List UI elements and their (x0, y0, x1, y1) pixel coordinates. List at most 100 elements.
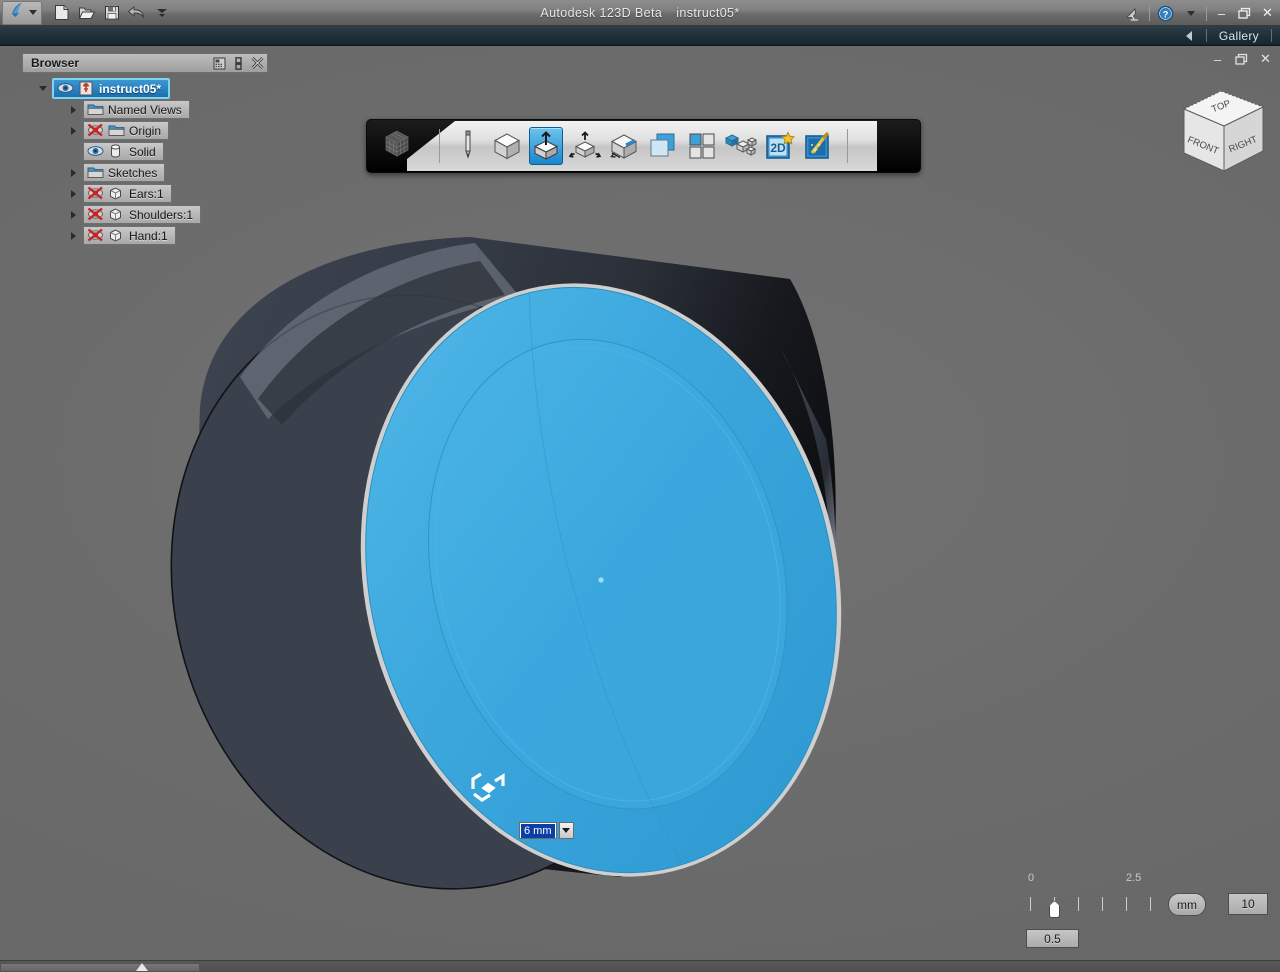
tree-item-label: Solid (129, 144, 156, 159)
document-minimize-button[interactable]: – (1209, 51, 1226, 67)
tool-pattern[interactable] (607, 127, 641, 165)
browser-tree: instruct05* Named Views Origin Solid Ske… (22, 73, 268, 246)
tree-item-solid[interactable]: Solid (22, 141, 268, 162)
save-document-button[interactable] (102, 3, 121, 22)
cylinder-body-icon (108, 144, 125, 159)
chevron-right-icon[interactable] (68, 167, 80, 179)
dimension-dropdown-button[interactable] (558, 822, 574, 839)
scale-min-label: 0 (1028, 872, 1035, 884)
dimension-input[interactable]: 6 mm (519, 822, 557, 839)
window-minimize-button[interactable]: – (1213, 5, 1230, 21)
application-menu-button[interactable] (2, 0, 42, 25)
restore-icon (1238, 7, 1251, 19)
combine-squares-icon (650, 133, 675, 157)
chevron-right-icon[interactable] (68, 230, 80, 242)
dimension-input-group[interactable]: 6 mm (519, 822, 574, 839)
open-document-button[interactable] (77, 3, 96, 22)
undo-arrow-icon (127, 5, 145, 19)
tab-gallery[interactable]: Gallery (1215, 29, 1263, 43)
application-window: Autodesk 123D Beta instruct05* ? – ✕ Gal… (0, 0, 1280, 972)
window-close-button[interactable]: ✕ (1259, 5, 1276, 21)
eye-hidden-icon[interactable] (87, 186, 104, 201)
browser-filter-icon[interactable] (212, 56, 226, 70)
chevron-right-icon[interactable] (68, 104, 80, 116)
divider (1149, 5, 1150, 21)
tree-item-ears[interactable]: Ears:1 (22, 183, 268, 204)
scale-track[interactable] (1030, 897, 1151, 913)
help-button[interactable]: ? (1156, 4, 1175, 23)
app-name-label: Autodesk 123D Beta (540, 5, 663, 20)
scale-widget: 0 2.5 0.5 mm 10 (1008, 867, 1270, 955)
scale-tick (1150, 897, 1151, 911)
tree-item-instruct05[interactable]: instruct05* (22, 78, 268, 99)
title-bar: Autodesk 123D Beta instruct05* ? – ✕ (0, 0, 1280, 26)
chevron-down-icon (1186, 10, 1195, 16)
pencil-sketch-icon (465, 130, 471, 159)
tool-construct[interactable] (529, 127, 563, 165)
main-toolbar: 2D (366, 119, 921, 173)
triangle-left-icon[interactable] (1185, 30, 1192, 41)
tool-2d-drawing[interactable]: 2D (763, 127, 797, 165)
new-file-icon (54, 5, 68, 20)
tool-grouping[interactable] (685, 127, 719, 165)
document-close-button[interactable]: ✕ (1257, 51, 1274, 67)
tree-item-sketches[interactable]: Sketches (22, 162, 268, 183)
folder-icon (87, 165, 104, 180)
scale-current-value-field[interactable]: 0.5 (1026, 929, 1079, 948)
document-restore-button[interactable] (1233, 51, 1250, 67)
browser-close-icon[interactable] (250, 56, 264, 70)
undo-button[interactable] (127, 3, 146, 22)
eye-visible-icon[interactable] (87, 144, 104, 159)
magic-wand-icon (805, 131, 830, 159)
toolbar-tools: 2D (433, 127, 854, 165)
3d-viewport[interactable]: – ✕ Browser instruct05* Named Views Orig… (0, 47, 1280, 960)
floppy-save-icon (104, 6, 119, 20)
cube-body-icon (108, 228, 125, 243)
window-restore-button[interactable] (1236, 5, 1253, 21)
customize-qat-button[interactable] (152, 3, 171, 22)
view-cube[interactable]: TOP FRONT RIGHT (1174, 85, 1270, 179)
tool-assemble[interactable] (724, 127, 758, 165)
status-bar (0, 960, 1280, 972)
tool-combine[interactable] (646, 127, 680, 165)
svg-text:?: ? (1163, 9, 1169, 20)
autodesk-logo-icon (8, 1, 27, 24)
tree-item-origin[interactable]: Origin (22, 120, 268, 141)
eye-hidden-icon[interactable] (87, 123, 104, 138)
pin-document-icon (78, 81, 95, 96)
tool-smart-effects[interactable] (802, 127, 836, 165)
chevron-right-icon[interactable] (68, 188, 80, 200)
title-bar-right-controls: ? – ✕ (1124, 0, 1276, 26)
divider (1206, 5, 1207, 21)
tool-primitives[interactable] (490, 127, 524, 165)
2d-drawing-star-icon: 2D (766, 131, 795, 159)
scale-unit-button[interactable]: mm (1168, 893, 1206, 916)
tool-modify[interactable] (568, 127, 602, 165)
tree-item-named-views[interactable]: Named Views (22, 99, 268, 120)
tree-item-label: Shoulders:1 (129, 207, 194, 222)
eye-hidden-icon[interactable] (87, 228, 104, 243)
chevron-down-icon (156, 8, 167, 17)
chevron-down-icon[interactable] (38, 83, 50, 95)
tool-sketch[interactable] (451, 127, 485, 165)
folder-icon (108, 123, 125, 138)
tree-item-hand[interactable]: Hand:1 (22, 225, 268, 246)
eye-hidden-icon[interactable] (87, 207, 104, 222)
new-document-button[interactable] (52, 3, 71, 22)
cube-body-icon (108, 186, 125, 201)
eye-visible-icon[interactable] (57, 81, 74, 96)
scale-mid-label: 2.5 (1126, 872, 1142, 884)
scale-max-value-field[interactable]: 10 (1228, 893, 1268, 915)
dimension-value[interactable]: 6 mm (521, 823, 555, 838)
status-bar-marker-icon (136, 963, 148, 971)
document-window-controls: – ✕ (1209, 51, 1274, 67)
chevron-right-icon[interactable] (68, 125, 80, 137)
chevron-right-icon[interactable] (68, 209, 80, 221)
divider (847, 129, 848, 163)
tree-item-shoulders[interactable]: Shoulders:1 (22, 204, 268, 225)
help-menu-caret[interactable] (1181, 4, 1200, 23)
satellite-button[interactable] (1124, 4, 1143, 23)
browser-dock-icon[interactable] (231, 56, 245, 70)
status-bar-segment (0, 963, 200, 972)
svg-text:2D: 2D (770, 141, 786, 155)
